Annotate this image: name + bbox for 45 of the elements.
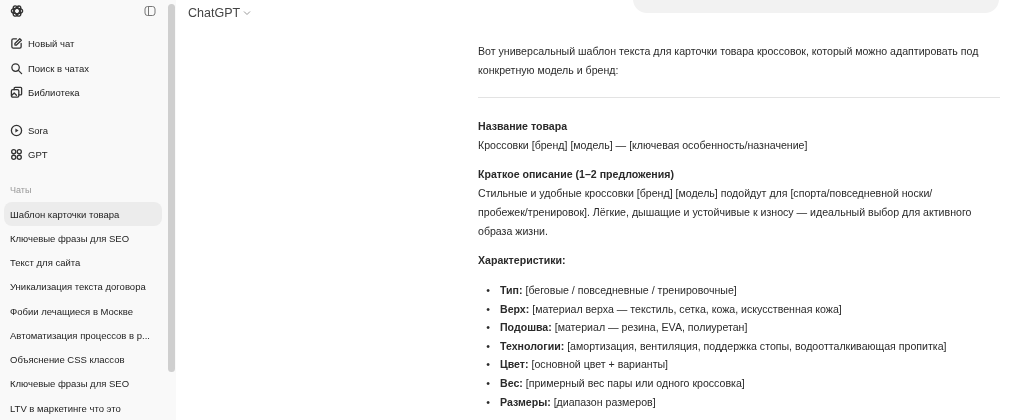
- chat-item[interactable]: Шаблон карточки товара: [4, 202, 162, 227]
- chat-item[interactable]: Фобии лечащиеся в Москве: [4, 299, 162, 324]
- paragraph: Стильные и удобные кроссовки [бренд] [модель] подойдут для [спорта/повседневной носки/ пробежек/тренировок]. Лёгкие, дышащие и устойчивые к износу — идеальный выбор для активного образа жизни.: [478, 186, 973, 239]
- grid-icon: [10, 147, 23, 161]
- search-icon: [10, 61, 23, 75]
- section-heading: Краткое описание (1–2 предложения): [478, 167, 675, 182]
- images-icon: [10, 85, 23, 99]
- chat-item[interactable]: Объяснение CSS классов: [4, 347, 162, 372]
- paragraph: Кроссовки [бренд] [модель] — [ключевая особенность/назначение]: [478, 138, 809, 153]
- chat-item[interactable]: Уникализация текста договора: [4, 274, 162, 300]
- bullet: •: [485, 338, 491, 354]
- pencil-square-icon: [10, 37, 23, 51]
- bullet: •: [485, 301, 491, 317]
- sidebar-item[interactable]: Sora: [4, 118, 162, 143]
- bullet: •: [485, 375, 491, 391]
- list-item: Подошва: [материал — резина, EVA, полиуретан]: [500, 320, 748, 336]
- play-circle-icon: [10, 123, 23, 137]
- chat-item[interactable]: LTV в маркетинге что это: [4, 395, 162, 420]
- list-item: Размеры: [диапазон размеров]: [500, 394, 656, 410]
- bullet: •: [485, 357, 491, 373]
- sidebar-item[interactable]: GPT: [4, 142, 162, 167]
- chat-item[interactable]: Ключевые фразы для SEO: [4, 226, 162, 251]
- section-heading: Чаты: [9, 184, 33, 198]
- scrollbar-thumb[interactable]: [167, 4, 175, 372]
- logo-icon[interactable]: [10, 3, 24, 18]
- section-heading: Название товара: [478, 119, 569, 134]
- chat-item[interactable]: Ключевые фразы для SEO: [4, 371, 162, 396]
- chat-item[interactable]: Автоматизация процессов в р...: [4, 323, 162, 348]
- list-item: Технологии: [амортизация, вентиляция, поддержка стопы, водоотталкивающая пропитка]: [500, 338, 947, 354]
- list-item: Цвет: [основной цвет + варианты]: [500, 357, 669, 373]
- section-heading: Характеристики:: [478, 253, 567, 268]
- list-item: Верх: [материал верха — текстиль, сетка, кожа, искусственная кожа]: [500, 301, 842, 317]
- list-item: Тип: [беговые / повседневные / тренировочные]: [500, 283, 737, 298]
- sidebar-item[interactable]: Библиотека: [4, 80, 162, 105]
- model-selector[interactable]: ChatGPT: [188, 4, 252, 22]
- sidebar-item[interactable]: Новый чат: [4, 31, 162, 56]
- sidebar-toggle-icon[interactable]: [144, 4, 156, 17]
- list-item: Вес: [примерный вес пары или одного кроссовка]: [500, 375, 745, 391]
- chevron-down-icon: [243, 10, 252, 16]
- paragraph: Вот универсальный шаблон текста для карточки товара кроссовок, который можно адаптировать под конкретную модель и бренд:: [478, 44, 980, 78]
- bullet: •: [485, 394, 491, 410]
- bullet: •: [485, 320, 491, 336]
- chat-item[interactable]: Текст для сайта: [4, 250, 162, 275]
- sidebar-item[interactable]: Поиск в чатах: [4, 55, 162, 81]
- bullet: •: [485, 283, 491, 298]
